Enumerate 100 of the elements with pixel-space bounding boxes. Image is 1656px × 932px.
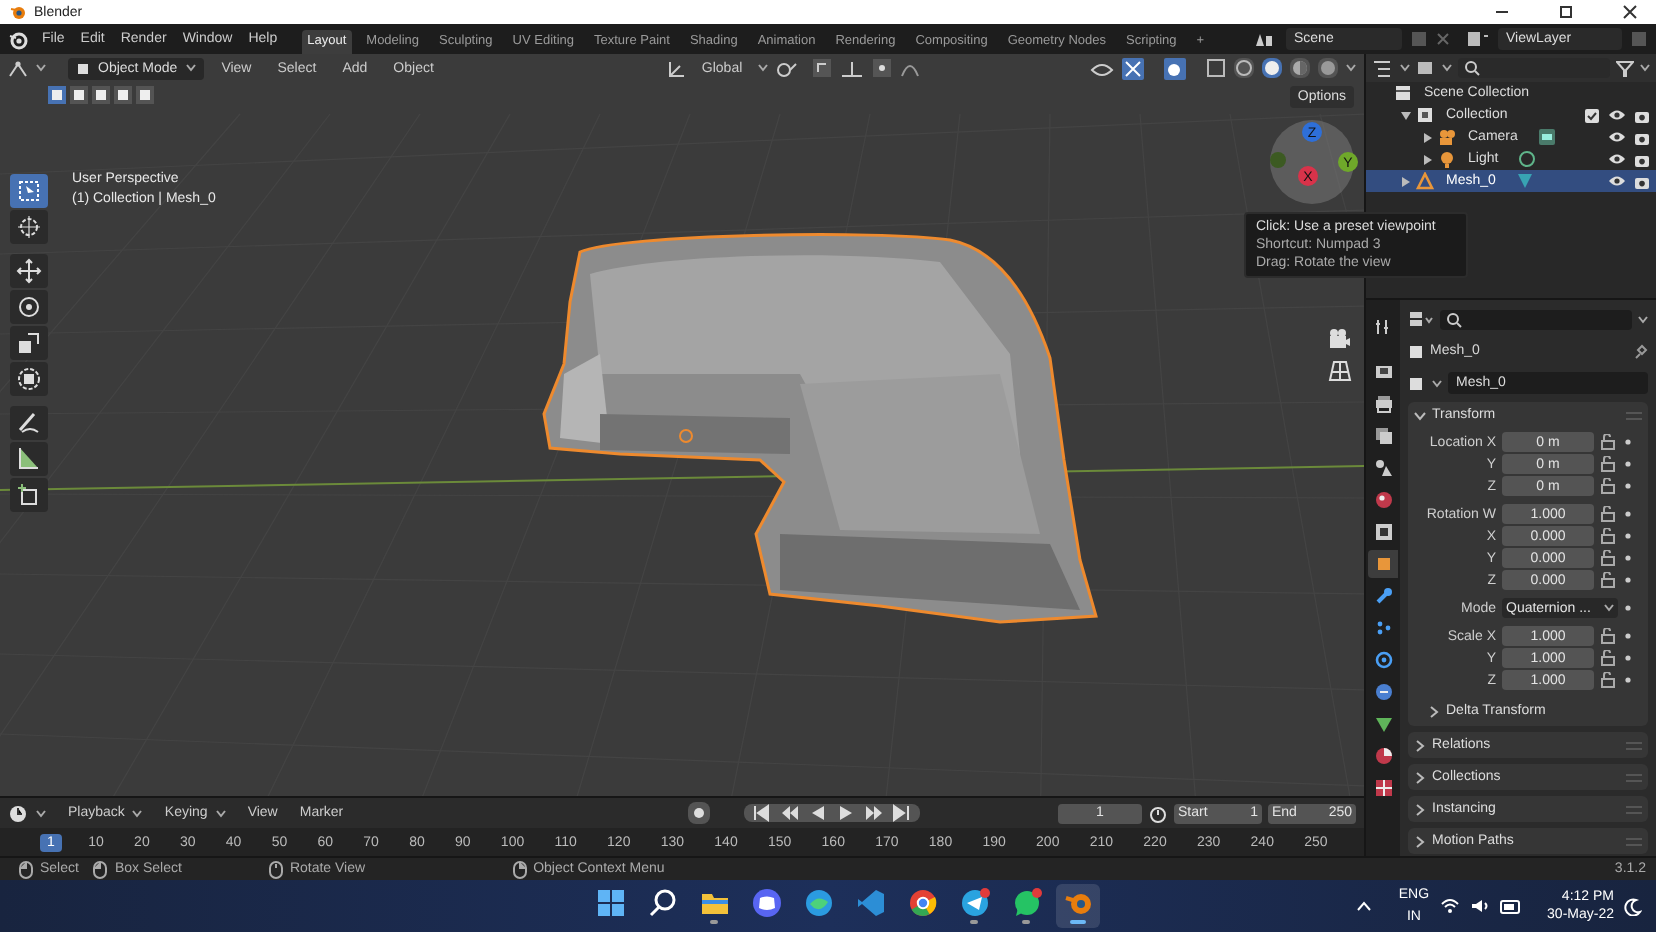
volume-icon[interactable] (1469, 898, 1490, 914)
battery-icon[interactable] (1499, 899, 1522, 913)
chat-bubble-icon (1011, 888, 1041, 918)
layers-icon[interactable] (1466, 30, 1490, 48)
overlay-toggle-icon[interactable] (1164, 57, 1186, 79)
play-reverse-icon[interactable] (807, 804, 828, 822)
notification-icon[interactable] (1624, 897, 1642, 915)
disclosure-triangle-icon[interactable] (1400, 175, 1412, 187)
lock-icon[interactable] (1600, 456, 1616, 472)
render-camera-icon[interactable] (1634, 151, 1650, 167)
camera-view-icon[interactable] (1328, 328, 1352, 350)
keyframe-dot-icon[interactable] (1624, 576, 1632, 584)
blender-logo-icon[interactable] (8, 29, 28, 49)
measure-icon (16, 446, 42, 472)
visibility-icon[interactable] (1090, 59, 1114, 77)
previous-keyframe-icon[interactable] (779, 804, 800, 822)
lock-icon[interactable] (1600, 478, 1616, 494)
filter-icon[interactable] (1616, 59, 1634, 77)
light-data-icon[interactable] (1518, 150, 1537, 168)
keyframe-dot-icon[interactable] (1624, 554, 1632, 562)
shading-wireframe-button[interactable] (1234, 58, 1254, 78)
eye-icon[interactable] (1608, 174, 1626, 188)
keyframe-dot-icon[interactable] (1624, 482, 1632, 490)
jump-end-icon[interactable] (891, 804, 912, 822)
keyframe-dot-icon[interactable] (1624, 604, 1632, 612)
chevron-up-icon[interactable] (1356, 900, 1373, 912)
add-cube-tool[interactable] (10, 478, 48, 512)
keyframe-dot-icon[interactable] (1624, 532, 1632, 540)
transform-tool[interactable] (10, 362, 48, 396)
eye-icon[interactable] (1608, 152, 1626, 166)
keyframe-dot-icon[interactable] (1624, 460, 1632, 468)
perspective-grid-icon[interactable] (1328, 360, 1352, 382)
move-tool[interactable] (10, 254, 48, 288)
lock-icon[interactable] (1600, 572, 1616, 588)
falloff-icon[interactable] (900, 59, 921, 77)
snap-target-icon[interactable] (840, 59, 865, 77)
next-keyframe-icon[interactable] (863, 804, 884, 822)
shading-rendered-button[interactable] (1318, 58, 1338, 78)
lock-icon[interactable] (1600, 650, 1616, 666)
disclosure-triangle-icon[interactable] (1400, 109, 1412, 121)
disclosure-triangle-icon[interactable] (1422, 131, 1434, 143)
xray-icon[interactable] (1206, 58, 1226, 78)
outliner-display-icon[interactable] (1372, 59, 1392, 77)
lock-icon[interactable] (1600, 550, 1616, 566)
blender-logo-taskbar-button[interactable] (1056, 884, 1100, 928)
keyframe-dot-icon[interactable] (1624, 510, 1632, 518)
maximize-icon[interactable] (1558, 4, 1574, 20)
select-box-tool[interactable] (10, 174, 48, 208)
play-icon[interactable] (835, 804, 856, 822)
jump-start-icon[interactable] (751, 804, 772, 822)
shading-material-button[interactable] (1290, 58, 1310, 78)
shading-solid-button[interactable] (1262, 58, 1282, 78)
wifi-icon[interactable] (1439, 898, 1460, 914)
object-data-icon[interactable] (1408, 375, 1424, 391)
search-field[interactable] (1440, 309, 1632, 329)
lock-icon[interactable] (1600, 506, 1616, 522)
keyframe-dot-icon[interactable] (1624, 438, 1632, 446)
mesh-data-icon[interactable] (1515, 172, 1534, 190)
render-camera-icon[interactable] (1634, 129, 1650, 145)
editor-type-icon[interactable] (1408, 310, 1434, 328)
object-tab[interactable] (1368, 550, 1398, 578)
measure-tool[interactable] (10, 442, 48, 476)
caret-icon (36, 64, 46, 72)
pin-icon[interactable] (1632, 343, 1648, 359)
render-camera-icon[interactable] (1634, 173, 1650, 189)
editor-type-icon[interactable] (8, 59, 28, 77)
keyframe-dot-icon[interactable] (1624, 654, 1632, 662)
lock-icon[interactable] (1600, 528, 1616, 544)
shading-rendered-icon (1318, 58, 1338, 78)
camera-data-icon[interactable] (1537, 128, 1556, 146)
proportional-edit-icon[interactable] (872, 58, 893, 78)
lock-icon[interactable] (1600, 672, 1616, 688)
exclude-checkbox[interactable] (1584, 107, 1600, 123)
caret-icon (1346, 64, 1356, 72)
close-icon[interactable] (1622, 4, 1638, 20)
lock-icon[interactable] (1600, 434, 1616, 450)
eye-icon[interactable] (1608, 108, 1626, 122)
keyframe-dot-icon[interactable] (1624, 632, 1632, 640)
search-icon (1446, 311, 1462, 327)
lock-icon[interactable] (1600, 628, 1616, 644)
render-camera-icon[interactable] (1634, 107, 1650, 123)
clock-icon[interactable] (8, 803, 28, 823)
mouse-icon (18, 859, 34, 879)
scene-icon[interactable] (1254, 30, 1278, 48)
disclosure-triangle-icon[interactable] (1422, 153, 1434, 165)
search-field[interactable] (1458, 58, 1610, 78)
keyframe-dot-icon[interactable] (1624, 676, 1632, 684)
axes-icon[interactable] (667, 59, 686, 77)
printer-icon (1373, 394, 1393, 414)
eye-icon[interactable] (1608, 130, 1626, 144)
gizmo-toggle-icon[interactable] (1122, 57, 1144, 79)
snap-icon[interactable] (812, 58, 833, 78)
record-button[interactable] (687, 802, 710, 824)
material-icon (1373, 746, 1393, 766)
cursor-tool[interactable] (10, 210, 48, 244)
annotate-tool[interactable] (10, 406, 48, 440)
rotate-tool[interactable] (10, 290, 48, 324)
filter-scene-icon[interactable] (1416, 59, 1434, 77)
scale-tool[interactable] (10, 326, 48, 360)
stopwatch-icon[interactable] (1148, 803, 1168, 823)
